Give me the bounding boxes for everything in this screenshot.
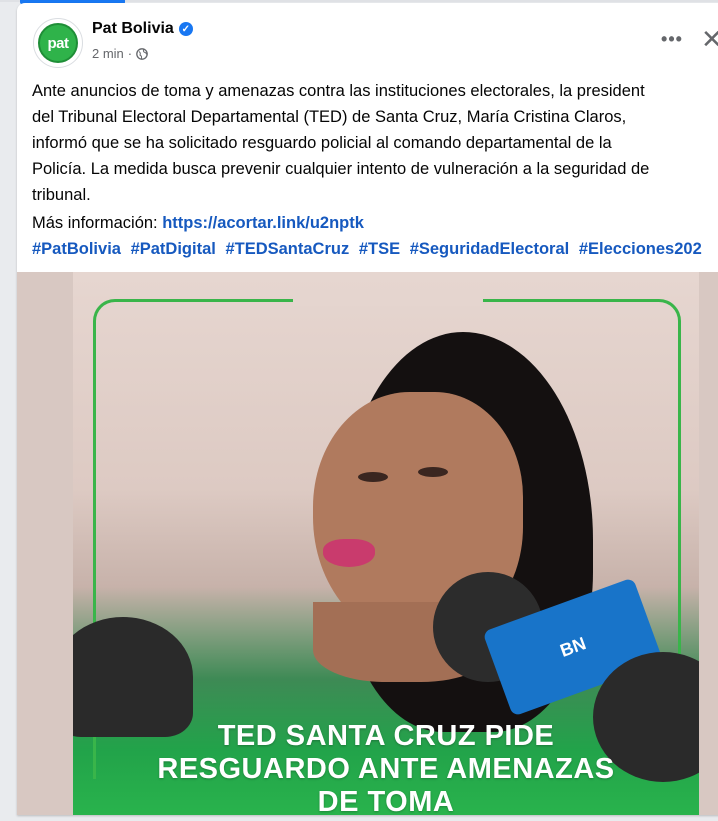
post-media[interactable]: BN TED SANTA CRUZ PIDE RESGUARDO ANTE AM… — [17, 272, 718, 815]
hashtag-link[interactable]: #PatDigital — [131, 240, 216, 258]
post-card: pat Pat Bolivia ✓ 2 min · ••• ✕ Ante anu… — [17, 3, 718, 815]
more-info-label: Más información: — [32, 214, 163, 232]
page-name[interactable]: Pat Bolivia — [92, 20, 174, 38]
more-options-icon[interactable]: ••• — [658, 29, 686, 53]
hashtag-list: #PatBolivia #PatDigital #TEDSantaCruz #T… — [32, 236, 718, 262]
headline-line: DE TOMA — [317, 786, 455, 815]
headline-line: TED SANTA CRUZ PIDE — [217, 720, 555, 752]
media-headline: TED SANTA CRUZ PIDE RESGUARDO ANTE AMENA… — [73, 720, 699, 815]
globe-icon — [136, 47, 148, 60]
verified-badge-icon: ✓ — [178, 22, 193, 36]
headline-line: RESGUARDO ANTE AMENAZAS — [157, 753, 615, 785]
hashtag-link[interactable]: #TSE — [359, 240, 400, 258]
hashtag-link[interactable]: #PatBolivia — [32, 240, 121, 258]
pat-logo: pat — [38, 23, 78, 63]
post-time[interactable]: 2 min — [92, 46, 124, 61]
page-name-row: Pat Bolivia ✓ — [92, 20, 193, 38]
post-body: Ante anuncios de toma y amenazas contra … — [32, 82, 650, 204]
person-mouth — [323, 539, 375, 567]
post-link[interactable]: https://acortar.link/u2nptk — [162, 214, 364, 232]
close-icon[interactable]: ✕ — [701, 25, 718, 55]
media-image: BN TED SANTA CRUZ PIDE RESGUARDO ANTE AM… — [73, 272, 699, 815]
hashtag-link[interactable]: #SeguridadElectoral — [410, 240, 570, 258]
page-avatar[interactable]: pat — [33, 18, 83, 68]
frame-gap — [293, 292, 483, 306]
meta-separator: · — [127, 46, 133, 61]
more-info-line: Más información: https://acortar.link/u2… — [32, 210, 718, 236]
person-eye — [358, 472, 388, 482]
hashtag-link[interactable]: #TEDSantaCruz — [225, 240, 349, 258]
person-eye — [418, 467, 448, 477]
post-meta: 2 min · — [92, 46, 148, 61]
hashtag-link[interactable]: #Elecciones202 — [579, 240, 702, 258]
